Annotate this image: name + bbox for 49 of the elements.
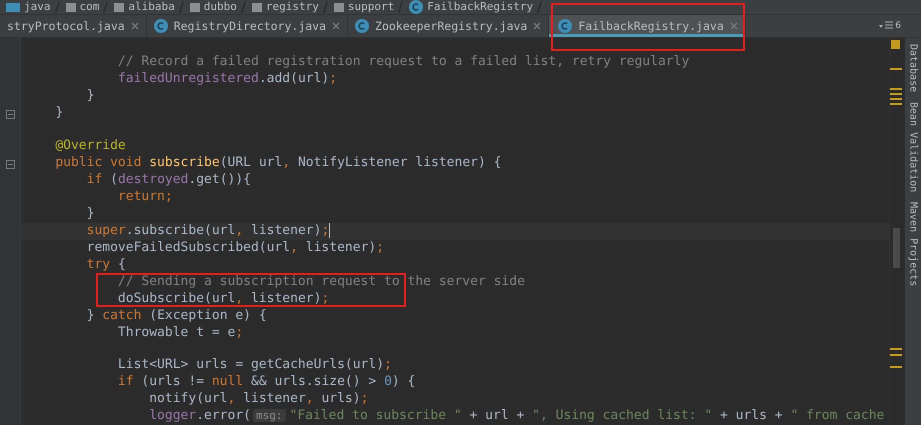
- code-line: try {: [86, 256, 126, 274]
- code-line: // Record a failed registration request to a failed list, retry regularly: [118, 54, 690, 72]
- breadcrumb-item[interactable]: registry: [266, 1, 319, 13]
- code-line: List<URL> urls = getCacheUrls(url);: [118, 356, 392, 374]
- breadcrumb-item[interactable]: alibaba: [128, 1, 175, 13]
- code-line: Throwable t = e;: [118, 324, 244, 342]
- package-icon: [66, 2, 76, 12]
- code-line: }: [86, 88, 94, 106]
- code-line: }: [55, 105, 64, 122]
- code-line: super.subscribe(url, listener);: [86, 222, 330, 240]
- close-icon[interactable]: [130, 22, 139, 30]
- breadcrumb-item[interactable]: support: [348, 1, 394, 13]
- scrollbar-thumb[interactable]: [893, 228, 900, 268]
- editor-tab[interactable]: FailbackRegistry.java: [549, 15, 746, 37]
- code-line: failedUnregistered.add(url);: [118, 71, 338, 88]
- editor-tab[interactable]: RegistryDirectory.java: [146, 15, 348, 37]
- tool-window-button[interactable]: Bean Validation: [908, 102, 918, 192]
- package-icon: [190, 2, 200, 12]
- folder-icon: [6, 2, 20, 12]
- code-line: @Override: [55, 138, 126, 155]
- text-cursor: [329, 222, 330, 238]
- tool-window-button[interactable]: Maven Projects: [908, 202, 918, 287]
- code-line: notify(url, listener, urls);: [149, 390, 368, 408]
- code-line: doSubscribe(url, listener);: [118, 290, 330, 308]
- breadcrumb-item[interactable]: com: [80, 1, 100, 13]
- fold-icon[interactable]: [6, 160, 14, 170]
- package-icon: [334, 2, 344, 12]
- breadcrumb-item[interactable]: FailbackRegistry: [427, 1, 534, 13]
- close-icon[interactable]: [332, 22, 340, 30]
- breadcrumb-item[interactable]: java: [24, 1, 50, 13]
- code-line: if (urls != null && urls.size() > 0) {: [118, 374, 416, 391]
- tool-window-button[interactable]: Database: [908, 44, 918, 92]
- code-line: }: [86, 206, 94, 223]
- code-line: // Sending a subscription request to the server side: [118, 274, 525, 291]
- close-icon[interactable]: [730, 22, 738, 30]
- code-line: public void subscribe(URL url, NotifyListener listener) {: [55, 154, 502, 172]
- code-line: logger.error( msg: "Failed to subscribe " + url + ", Using cached list: " + urls + " from cache: [149, 408, 884, 425]
- tab-list-icon[interactable]: [879, 21, 894, 31]
- breadcrumb-item[interactable]: dubbo: [204, 1, 237, 13]
- package-icon: [252, 2, 262, 12]
- close-icon[interactable]: [533, 22, 542, 30]
- tab-count: 6: [895, 21, 902, 31]
- code-line: return;: [118, 188, 173, 206]
- code-line: } catch (Exception e) {: [86, 308, 267, 325]
- fold-icon[interactable]: [6, 110, 14, 120]
- code-line: removeFailedSubscribed(url, listener);: [86, 240, 384, 257]
- package-icon: [114, 2, 124, 12]
- code-line: if (destroyed.get()){: [86, 172, 252, 189]
- class-icon: [409, 0, 424, 14]
